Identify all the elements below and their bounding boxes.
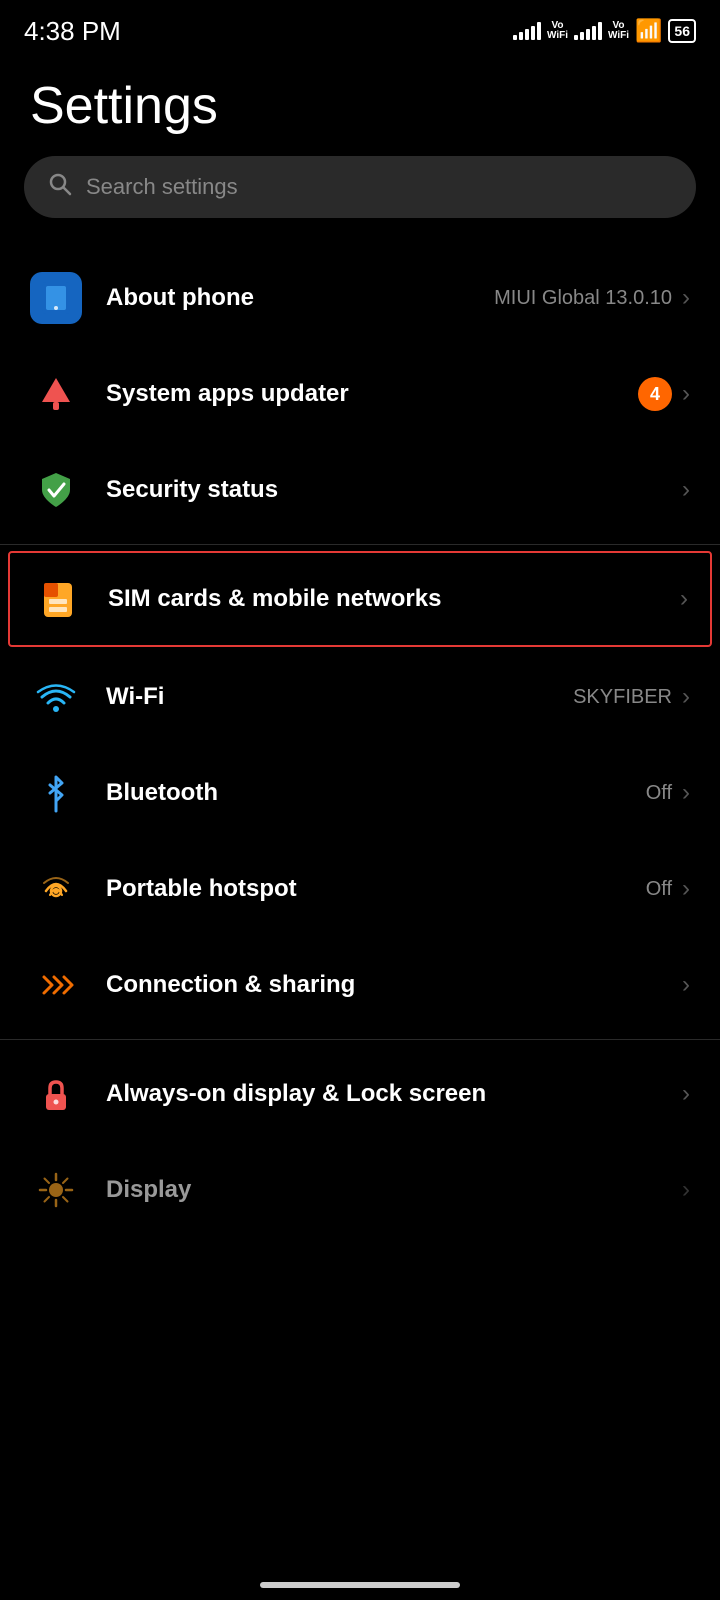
- connection-sharing-content: Connection & sharing: [106, 971, 682, 999]
- system-apps-updater-content: System apps updater: [106, 380, 638, 408]
- sim-cards-icon: [32, 573, 84, 625]
- sim-cards-label: SIM cards & mobile networks: [108, 585, 680, 613]
- signal-bars-2: [574, 22, 602, 40]
- always-on-display-chevron: ›: [682, 1080, 690, 1108]
- connection-sharing-right: ›: [682, 971, 690, 999]
- connection-sharing-label: Connection & sharing: [106, 971, 682, 999]
- security-status-right: ›: [682, 476, 690, 504]
- display-label: Display: [106, 1176, 682, 1204]
- status-bar: 4:38 PM Vo WiFi Vo WiFi 📶 5: [0, 0, 720, 56]
- settings-item-portable-hotspot[interactable]: Portable hotspot Off ›: [0, 841, 720, 937]
- settings-item-connection-sharing[interactable]: Connection & sharing ›: [0, 937, 720, 1033]
- search-bar[interactable]: Search settings: [24, 156, 696, 218]
- about-phone-right: MIUI Global 13.0.10 ›: [494, 284, 690, 312]
- bluetooth-icon: [30, 767, 82, 819]
- display-right: ›: [682, 1176, 690, 1204]
- always-on-display-label: Always-on display & Lock screen: [106, 1078, 682, 1109]
- display-content: Display: [106, 1176, 682, 1204]
- wifi-sublabel: SKYFIBER: [573, 686, 672, 709]
- bluetooth-right: Off ›: [646, 779, 690, 807]
- settings-item-sim-cards[interactable]: SIM cards & mobile networks ›: [8, 551, 712, 647]
- divider-1: [0, 544, 720, 545]
- about-phone-label: About phone: [106, 284, 494, 312]
- bluetooth-sublabel: Off: [646, 782, 672, 805]
- portable-hotspot-label: Portable hotspot: [106, 875, 646, 903]
- status-time: 4:38 PM: [24, 16, 121, 47]
- system-apps-updater-chevron: ›: [682, 380, 690, 408]
- wifi-chevron: ›: [682, 683, 690, 711]
- signal-bars-1: [513, 22, 541, 40]
- settings-item-display[interactable]: Display ›: [0, 1142, 720, 1238]
- about-phone-sublabel: MIUI Global 13.0.10: [494, 287, 672, 310]
- wifi-right: SKYFIBER ›: [573, 683, 690, 711]
- settings-item-security-status[interactable]: Security status ›: [0, 442, 720, 538]
- sim-cards-right: ›: [680, 585, 688, 613]
- display-chevron: ›: [682, 1176, 690, 1204]
- settings-item-always-on-display[interactable]: Always-on display & Lock screen ›: [0, 1046, 720, 1142]
- wifi-icon: [30, 671, 82, 723]
- status-icons: Vo WiFi Vo WiFi 📶 56: [513, 18, 696, 44]
- always-on-display-content: Always-on display & Lock screen: [106, 1078, 682, 1109]
- vo-wifi-label-2: Vo WiFi: [608, 21, 629, 41]
- about-phone-icon: [30, 272, 82, 324]
- about-phone-content: About phone: [106, 284, 494, 312]
- portable-hotspot-icon: [30, 863, 82, 915]
- bluetooth-label: Bluetooth: [106, 779, 646, 807]
- security-status-label: Security status: [106, 476, 682, 504]
- sim-cards-content: SIM cards & mobile networks: [108, 585, 680, 613]
- search-icon: [48, 172, 72, 202]
- always-on-display-right: ›: [682, 1080, 690, 1108]
- divider-2: [0, 1039, 720, 1040]
- battery-indicator: 56: [668, 19, 696, 43]
- security-status-chevron: ›: [682, 476, 690, 504]
- portable-hotspot-content: Portable hotspot: [106, 875, 646, 903]
- sim-cards-chevron: ›: [680, 585, 688, 613]
- display-icon: [30, 1164, 82, 1216]
- system-apps-updater-badge: 4: [638, 377, 672, 411]
- vo-wifi-label-1: Vo WiFi: [547, 21, 568, 41]
- settings-item-wifi[interactable]: Wi-Fi SKYFIBER ›: [0, 649, 720, 745]
- connection-sharing-icon: [30, 959, 82, 1011]
- portable-hotspot-sublabel: Off: [646, 878, 672, 901]
- always-on-display-icon: [30, 1068, 82, 1120]
- wifi-label: Wi-Fi: [106, 683, 573, 711]
- about-phone-chevron: ›: [682, 284, 690, 312]
- portable-hotspot-chevron: ›: [682, 875, 690, 903]
- system-apps-updater-label: System apps updater: [106, 380, 638, 408]
- security-status-content: Security status: [106, 476, 682, 504]
- search-placeholder: Search settings: [86, 174, 238, 200]
- home-indicator: [260, 1582, 460, 1588]
- portable-hotspot-right: Off ›: [646, 875, 690, 903]
- wifi-status-icon: 📶: [635, 18, 662, 44]
- settings-item-system-apps-updater[interactable]: System apps updater 4 ›: [0, 346, 720, 442]
- settings-item-bluetooth[interactable]: Bluetooth Off ›: [0, 745, 720, 841]
- system-apps-updater-icon: [30, 368, 82, 420]
- system-apps-updater-right: 4 ›: [638, 377, 690, 411]
- security-status-icon: [30, 464, 82, 516]
- page-title: Settings: [0, 56, 720, 156]
- bluetooth-content: Bluetooth: [106, 779, 646, 807]
- wifi-content: Wi-Fi: [106, 683, 573, 711]
- bluetooth-chevron: ›: [682, 779, 690, 807]
- settings-item-about-phone[interactable]: About phone MIUI Global 13.0.10 ›: [0, 250, 720, 346]
- settings-list: About phone MIUI Global 13.0.10 › System…: [0, 250, 720, 1238]
- connection-sharing-chevron: ›: [682, 971, 690, 999]
